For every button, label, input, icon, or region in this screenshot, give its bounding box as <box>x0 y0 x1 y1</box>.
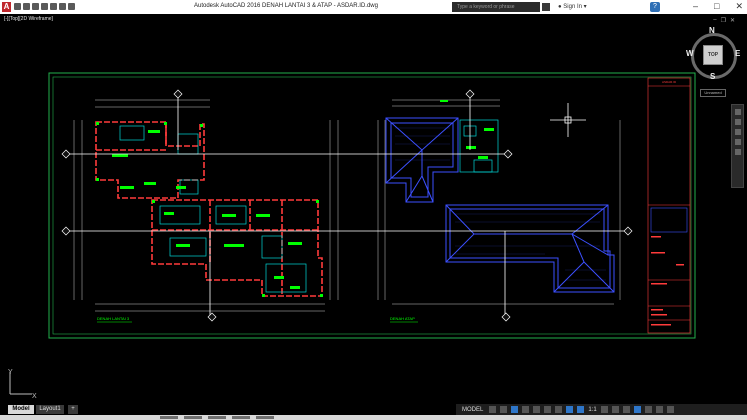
ucs-x-label: X <box>32 393 37 400</box>
object-snap-tracking-icon[interactable] <box>555 406 563 413</box>
isolate-objects-icon[interactable] <box>633 406 641 413</box>
right-plan-fixtures <box>459 119 499 173</box>
pan-icon[interactable] <box>734 119 741 125</box>
ortho-icon[interactable] <box>511 406 519 413</box>
right-plan-labels <box>440 100 494 159</box>
taskbar-item[interactable] <box>160 416 178 419</box>
compass-north[interactable]: N <box>709 26 715 35</box>
crosshair-cursor <box>550 103 586 137</box>
taskbar-item[interactable] <box>208 416 226 419</box>
taskbar-strip <box>0 415 747 420</box>
tab-layout1[interactable]: Layout1 <box>36 405 64 414</box>
taskbar-item[interactable] <box>232 416 250 419</box>
isodraft-icon[interactable] <box>533 406 541 413</box>
clean-screen-icon[interactable] <box>655 406 663 413</box>
compass-west[interactable]: W <box>686 49 694 58</box>
taskbar-item[interactable] <box>256 416 274 419</box>
tab-model[interactable]: Model <box>8 405 34 414</box>
title-block-header: ASDAR.ID <box>662 80 677 84</box>
navigation-bar <box>731 104 744 188</box>
snap-icon[interactable] <box>500 406 508 413</box>
workspace-gear-icon[interactable] <box>600 406 608 413</box>
customization-menu-icon[interactable] <box>666 406 674 413</box>
showmotion-icon[interactable] <box>734 149 741 155</box>
units-icon[interactable] <box>622 406 630 413</box>
viewcube[interactable]: TOP N S W E <box>686 26 740 81</box>
compass-east[interactable]: E <box>735 49 740 58</box>
layout-tabs: Model Layout1 + <box>0 404 460 414</box>
ucs-y-label: Y <box>8 369 13 376</box>
object-snap-icon[interactable] <box>544 406 552 413</box>
model-space-button[interactable]: MODEL <box>460 406 486 413</box>
left-plan-fixtures <box>119 125 307 293</box>
ucs-menu[interactable]: Unnamed <box>700 89 726 97</box>
polar-icon[interactable] <box>522 406 530 413</box>
auto-scale-icon[interactable] <box>577 406 585 413</box>
zoom-icon[interactable] <box>734 129 741 135</box>
drawing-canvas[interactable]: DENAH LANTAI 3 DENAH ATAP ASDAR.ID <box>0 0 747 420</box>
grid-icon[interactable] <box>489 406 497 413</box>
hardware-acceleration-icon[interactable] <box>644 406 652 413</box>
left-plan-title: DENAH LANTAI 3 <box>97 316 130 321</box>
steering-wheel-icon[interactable] <box>734 109 741 115</box>
ucs-icon: Y X <box>8 369 37 400</box>
title-block-text <box>651 236 684 326</box>
annotation-visibility-icon[interactable] <box>566 406 574 413</box>
annotation-scale[interactable]: 1:1 <box>588 407 596 413</box>
add-layout-button[interactable]: + <box>68 405 78 414</box>
taskbar-item[interactable] <box>184 416 202 419</box>
orbit-icon[interactable] <box>734 139 741 145</box>
right-plan-hatch <box>395 127 606 281</box>
status-bar: MODEL 1:1 <box>456 404 747 415</box>
left-plan-walls <box>95 121 323 297</box>
viewcube-top-face[interactable]: TOP <box>703 45 723 65</box>
right-plan-title: DENAH ATAP <box>390 316 415 321</box>
title-block-logo-box <box>650 207 688 233</box>
title-block <box>647 77 691 334</box>
annotation-monitor-icon[interactable] <box>611 406 619 413</box>
compass-south[interactable]: S <box>710 72 715 81</box>
